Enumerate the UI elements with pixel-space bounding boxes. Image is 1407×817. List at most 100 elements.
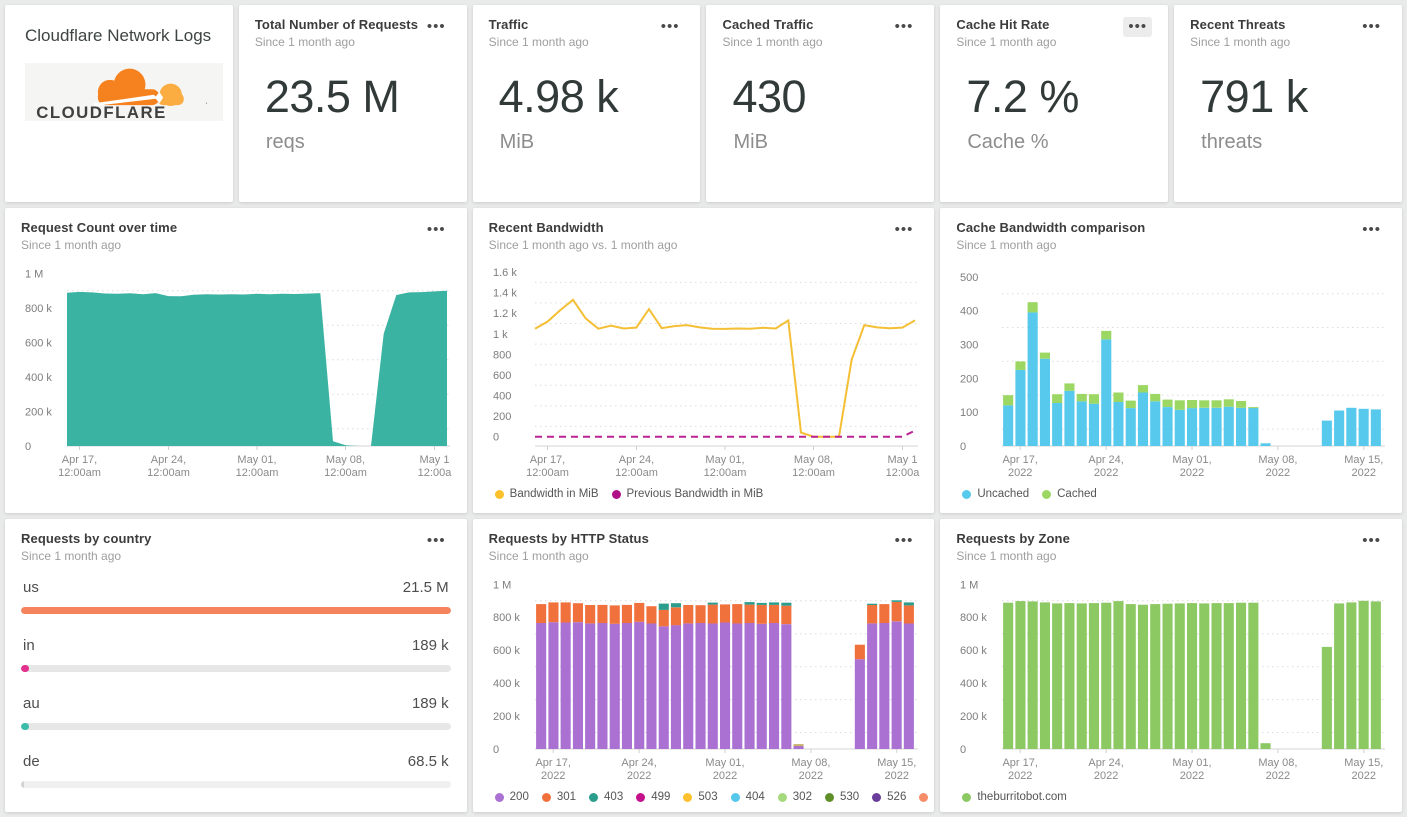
chart-svg: 1 M800 k600 k400 k200 k0Apr 17,2022Apr 2… [960,579,1386,782]
menu-icon[interactable]: ••• [656,17,685,37]
svg-text:2022: 2022 [1094,467,1118,479]
card-subtitle: Since 1 month ago [956,35,1057,49]
svg-text:1.6 k: 1.6 k [493,267,517,279]
cloudflare-logo-image: CLOUDFLARE ' [36,68,207,122]
legend-dot-icon [494,792,504,802]
stat-unit: reqs [265,131,305,153]
svg-text:1.4 k: 1.4 k [493,288,517,300]
legend-item[interactable]: Previous Bandwidth in MiB [611,488,763,500]
svg-text:May 1: May 1 [887,454,917,466]
svg-text:12:00am: 12:00am [58,467,101,479]
svg-text:0: 0 [960,744,966,756]
card-title: Total Number of Requests [254,17,419,32]
svg-text:May 01,: May 01, [1173,454,1212,466]
svg-text:May 15,: May 15, [1345,454,1384,466]
legend-item[interactable]: Bandwidth in MiB [494,488,599,500]
menu-icon[interactable]: ••• [422,220,451,240]
svg-text:400 k: 400 k [960,678,987,690]
page-title: Cloudflare Network Logs [25,26,212,45]
menu-icon[interactable]: ••• [890,531,919,551]
svg-text:2022: 2022 [1008,770,1032,782]
svg-text:2022: 2022 [884,770,908,782]
stat-unit: MiB [733,131,768,153]
charts-row-1: Request Count over time Since 1 month ag… [5,208,1402,513]
svg-text:Apr 24,: Apr 24, [621,757,656,769]
stat-value: 791 k [1200,71,1308,122]
country-bar-fill [21,723,30,730]
svg-text:2022: 2022 [627,770,651,782]
svg-text:12:00a: 12:00a [885,467,920,479]
request-count-chart[interactable]: 1 M 800 k 600 k 400 k 200 k 0 Apr 17, 12:00am Ap… [21,262,452,482]
legend-item[interactable]: 200 [494,791,529,803]
stat-card-cache-hit-rate: Cache Hit Rate Since 1 month ago ••• 7.2… [940,5,1169,202]
svg-text:400: 400 [960,306,978,318]
svg-text:Apr 17,: Apr 17, [529,454,564,466]
legend-item[interactable]: 403 [589,791,623,803]
svg-text:0: 0 [25,441,31,453]
svg-text:2022: 2022 [1180,770,1204,782]
country-bar-track [21,665,451,672]
legend-item[interactable]: 404 [730,791,765,803]
card-subtitle: Since 1 month ago [488,35,589,49]
menu-icon[interactable]: ••• [1357,17,1386,37]
cache-bandwidth-chart[interactable]: 500 400 300 200 100 0 Apr 17, 2022 Apr 24, 2022 Ma… [956,262,1386,482]
legend-item[interactable]: theburritobot.com [962,791,1067,803]
menu-icon[interactable]: ••• [890,17,919,37]
legend-dot-icon [777,792,787,802]
svg-text:0: 0 [960,441,966,453]
country-label: us [23,579,39,596]
svg-text:Apr 24,: Apr 24, [1089,757,1124,769]
stat-value: 430 [732,71,807,122]
cloudflare-logo: CLOUDFLARE ' [25,63,223,122]
recent-bandwidth-chart[interactable]: 1.6 k 1.4 k 1.2 k1 k 800 600 400 200 0 Apr 17, 12… [489,262,920,482]
country-row-in: in 189 k [21,637,451,672]
http-status-chart[interactable]: 1 M 800 k 600 k 400 k 200 k 0 Apr 17, 2022 Apr 2… [489,573,919,785]
card-subtitle: Since 1 month ago [956,238,1057,252]
chart-legend: Uncached Cached [962,488,1386,500]
stat-card-traffic: Traffic Since 1 month ago ••• 4.98 k MiB [472,5,701,202]
legend-item[interactable]: 301 [541,791,576,803]
chart-legend: 200301403499503404302530526524 [494,791,929,803]
card-subtitle: Since 1 month ago [722,35,823,49]
svg-text:May 01,: May 01, [705,454,744,466]
menu-icon[interactable]: ••• [890,220,919,240]
svg-text:1 M: 1 M [493,579,511,591]
svg-text:12:00am: 12:00am [147,467,190,479]
http-status-card: Requests by HTTP Status Since 1 month ag… [472,519,935,812]
country-value: 21.5 M [402,579,449,596]
legend-item[interactable]: 503 [683,791,718,803]
country-bar-fill [21,607,451,614]
card-title: Cache Bandwidth comparison [956,220,1146,235]
charts-row-2: Requests by country Since 1 month ago ••… [5,519,1402,812]
legend-item[interactable]: 530 [824,791,859,803]
legend-item[interactable]: Uncached [962,488,1029,500]
legend-item[interactable]: 524 [919,791,934,803]
svg-text:12:00am: 12:00am [615,467,658,479]
requests-by-country-card: Requests by country Since 1 month ago ••… [5,519,467,812]
svg-text:1 k: 1 k [493,329,508,341]
svg-text:Apr 17,: Apr 17, [535,757,570,769]
stat-card-recent-threats: Recent Threats Since 1 month ago ••• 791… [1174,5,1402,202]
legend-dot-icon [541,792,551,802]
svg-text:600: 600 [493,370,511,382]
chart-svg: 1 M800 k600 k400 k200 k0Apr 17,12:00amAp… [25,269,452,480]
country-value: 68.5 k [407,753,449,770]
svg-text:1.2 k: 1.2 k [493,308,517,320]
legend-item[interactable]: 499 [636,791,670,803]
card-subtitle: Since 1 month ago [254,35,355,49]
menu-icon[interactable]: ••• [1357,220,1386,240]
menu-icon[interactable]: ••• [1357,531,1386,551]
card-subtitle: Since 1 month ago [956,549,1057,563]
svg-text:May 15,: May 15, [1345,757,1384,769]
menu-icon[interactable]: ••• [422,531,451,551]
svg-text:200 k: 200 k [960,711,987,723]
svg-text:May 08,: May 08, [1259,757,1298,769]
card-subtitle: Since 1 month ago [488,549,589,563]
svg-text:12:00am: 12:00am [324,467,367,479]
menu-icon[interactable]: ••• [422,17,451,37]
legend-item[interactable]: 526 [872,791,906,803]
legend-item[interactable]: Cached [1042,488,1097,500]
legend-item[interactable]: 302 [777,791,812,803]
menu-icon[interactable]: ••• [1123,17,1153,37]
requests-by-zone-chart[interactable]: 1 M 800 k 600 k 400 k 200 k 0 Apr 17, 2022 Apr 2… [956,573,1386,785]
